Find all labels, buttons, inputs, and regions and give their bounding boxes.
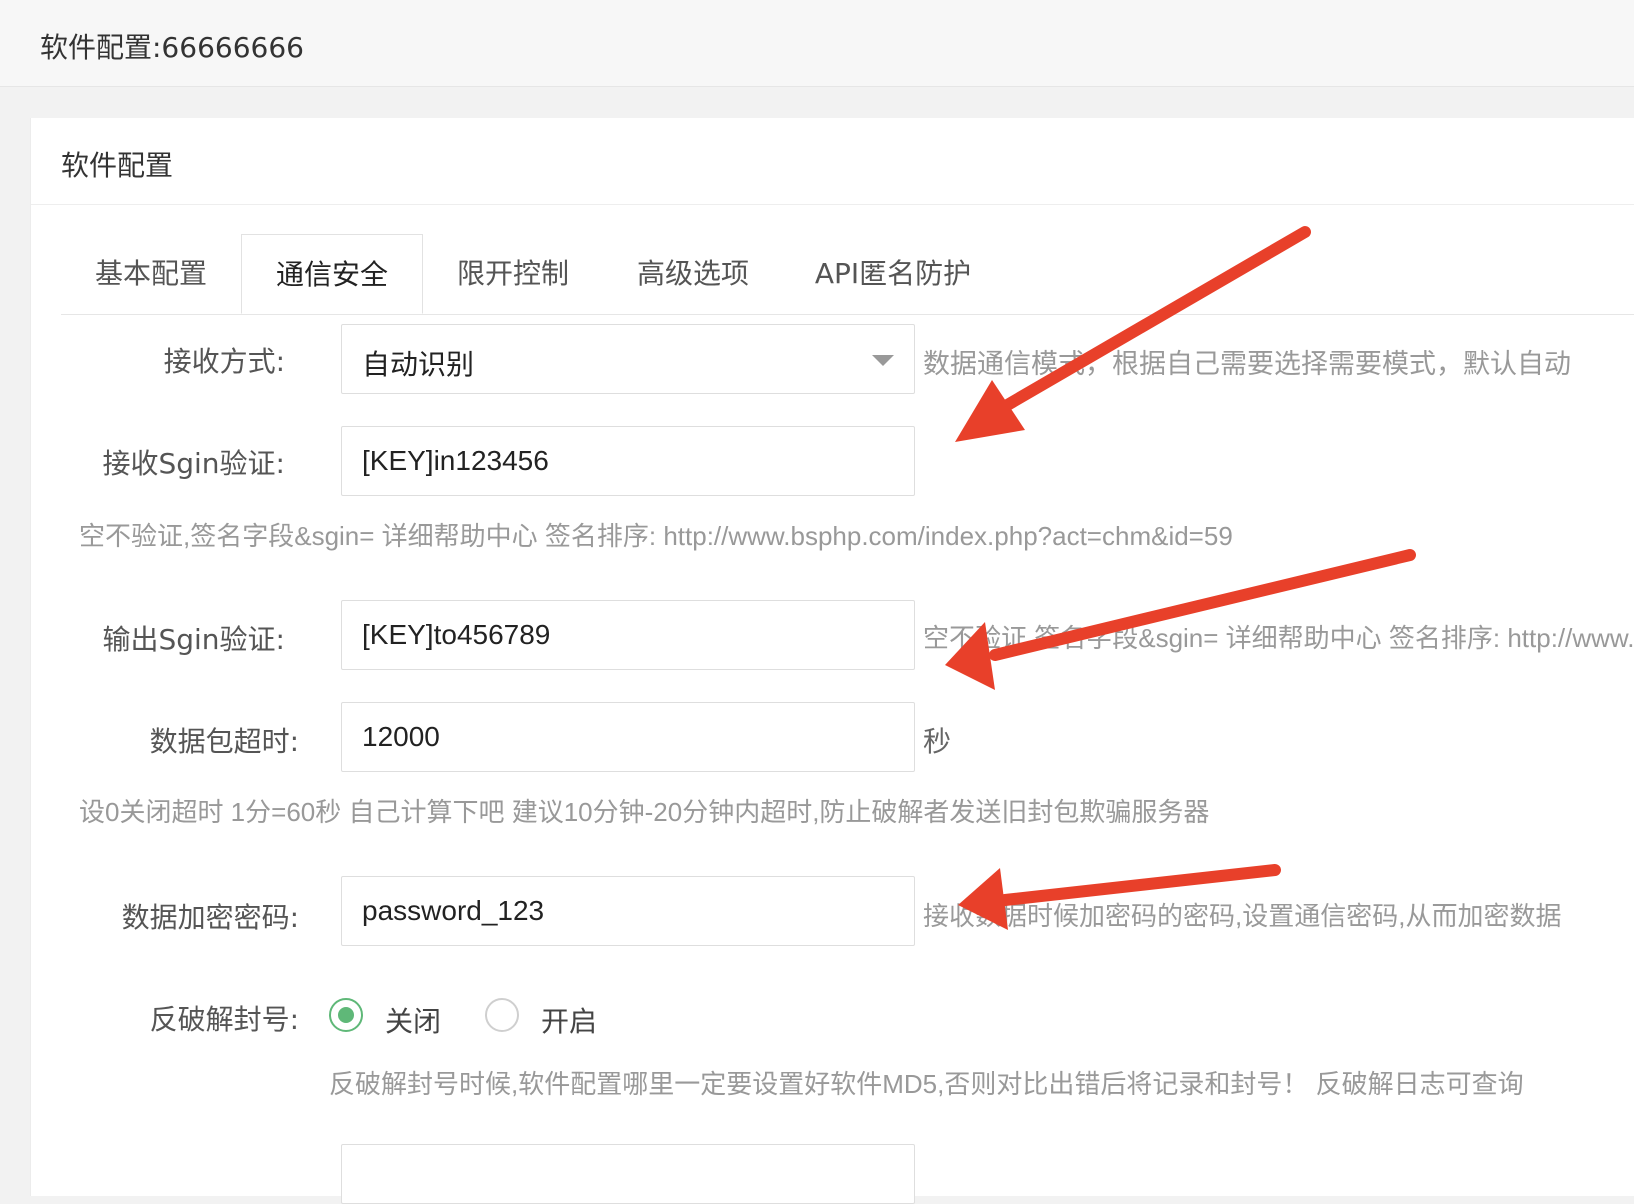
output-sign-help: 空不验证,签名字段&sgin= 详细帮助中心 签名排序: http://www.… [923,623,1634,653]
tab-communication-security[interactable]: 通信安全 [241,234,423,314]
next-field-partial[interactable] [341,1144,915,1204]
encrypt-password-field[interactable] [341,876,915,946]
receive-mode-value: 自动识别 [362,348,475,381]
chevron-down-icon [872,355,894,366]
packet-timeout-unit: 秒 [923,726,952,757]
receive-sign-input[interactable] [342,427,914,495]
top-bar: 软件配置:66666666 [0,0,1634,87]
encrypt-password-input[interactable] [342,877,914,945]
card-header: 软件配置 [31,118,1634,205]
packet-timeout-help: 设0关闭超时 1分=60秒 自己计算下吧 建议10分钟-20分钟内超时,防止破解… [79,797,1210,827]
tab-access-control[interactable]: 限开控制 [433,234,593,314]
page-title: 软件配置:66666666 [40,31,304,64]
receive-mode-label: 接收方式: [163,345,285,378]
tab-basic-config[interactable]: 基本配置 [71,234,231,314]
packet-timeout-label: 数据包超时: [149,725,299,758]
tab-bar: 基本配置 通信安全 限开控制 高级选项 API匿名防护 [61,234,1634,315]
anti-crack-on-radio[interactable] [485,998,519,1032]
radio-dot-icon [338,1007,354,1023]
output-sign-field[interactable] [341,600,915,670]
output-sign-label: 输出Sgin验证: [102,623,285,656]
receive-mode-select[interactable]: 自动识别 [341,324,915,394]
receive-sign-label: 接收Sgin验证: [102,447,285,480]
packet-timeout-input[interactable] [342,703,914,771]
anti-crack-off-radio[interactable] [329,998,363,1032]
receive-sign-field[interactable] [341,426,915,496]
config-card: 软件配置 基本配置 通信安全 限开控制 高级选项 API匿名防护 接收方式: 自… [30,118,1634,1204]
anti-crack-on-label[interactable]: 开启 [541,1000,597,1040]
tab-api-anonymous-protection[interactable]: API匿名防护 [803,234,983,314]
packet-timeout-field[interactable] [341,702,915,772]
tab-advanced-options[interactable]: 高级选项 [613,234,773,314]
anti-crack-help: 反破解封号时候,软件配置哪里一定要设置好软件MD5,否则对比出错后将记录和封号！… [329,1069,1524,1099]
encrypt-password-help: 接收数据时候加密码的密码,设置通信密码,从而加密数据 [923,901,1562,931]
receive-sign-help: 空不验证,签名字段&sgin= 详细帮助中心 签名排序: http://www.… [79,521,1233,551]
encrypt-password-label: 数据加密密码: [121,901,299,934]
anti-crack-label: 反破解封号: [149,1003,299,1036]
anti-crack-off-label[interactable]: 关闭 [385,1000,441,1040]
output-sign-input[interactable] [342,601,914,669]
card-title: 软件配置 [61,149,174,182]
receive-mode-help: 数据通信模式，根据自己需要选择需要模式，默认自动 [923,349,1571,379]
